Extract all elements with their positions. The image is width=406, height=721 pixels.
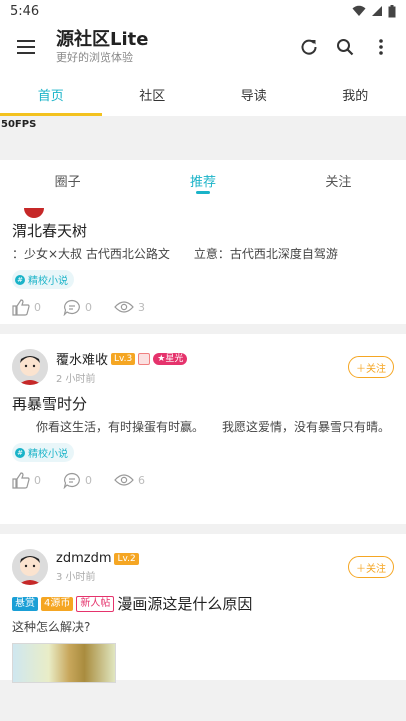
post-tag[interactable]: # 精校小说 (12, 443, 74, 462)
comment-button[interactable]: 0 (63, 472, 92, 489)
medal-icon (138, 352, 151, 365)
eye-icon (114, 474, 134, 486)
avatar-image (12, 549, 48, 585)
level-badge: Lv.2 (114, 552, 139, 565)
fps-counter: 50FPS (0, 116, 406, 160)
post-image-thumbnail[interactable] (12, 643, 116, 683)
tab-following[interactable]: 关注 (271, 160, 406, 200)
follow-button[interactable]: ＋关注 (348, 556, 394, 578)
post-body: 你看这生活，有时操蛋有时赢。 我愿这爱情，没有暴雪只有晴。 (12, 420, 391, 434)
post-body: 这种怎么解决? (12, 620, 91, 634)
battery-icon (388, 4, 396, 17)
thumbs-up-icon (12, 298, 30, 316)
coin-badge: 4源币 (41, 597, 74, 611)
post-tag[interactable]: # 精校小说 (12, 270, 74, 289)
like-button[interactable]: 0 (12, 471, 41, 489)
views-indicator: 6 (114, 473, 145, 487)
hamburger-icon (17, 40, 35, 54)
post-stats: 0 0 6 (12, 462, 394, 498)
eye-icon (114, 301, 134, 313)
app-bar: 源社区Lite 更好的浏览体验 (0, 22, 406, 72)
hash-icon: # (15, 447, 25, 458)
tab-guide[interactable]: 导读 (203, 72, 305, 116)
sub-tabs: 圈子 推荐 关注 (0, 160, 406, 200)
signal-icon (372, 6, 382, 16)
avatar-image (12, 349, 48, 385)
comment-icon (63, 472, 80, 489)
tab-community[interactable]: 社区 (102, 72, 204, 116)
more-vertical-icon (379, 39, 383, 55)
thumbs-up-icon (12, 471, 30, 489)
reward-badge: 悬赏 (12, 597, 38, 611)
post-body: ：少女×大叔 古代西北公路文 立意：古代西北深度自驾游 (12, 247, 338, 261)
tab-circle[interactable]: 圈子 (0, 160, 135, 200)
app-title: 源社区Lite (56, 29, 149, 50)
avatar[interactable] (12, 349, 48, 385)
main-tabs: 首页 社区 导读 我的 (0, 72, 406, 116)
post-time: 3 小时前 (56, 572, 96, 583)
status-time: 5:46 (10, 3, 40, 19)
status-bar: 5:46 (0, 0, 406, 22)
comment-icon (63, 299, 80, 316)
search-button[interactable] (330, 32, 360, 62)
wifi-icon (352, 5, 366, 16)
follow-button[interactable]: ＋关注 (348, 356, 394, 378)
like-button[interactable]: 0 (12, 298, 41, 316)
app-subtitle: 更好的浏览体验 (56, 51, 133, 64)
post-title: 漫画源这是什么原因 (117, 595, 253, 613)
new-post-badge: 新人帖 (76, 596, 115, 612)
avatar (24, 208, 44, 218)
tab-home[interactable]: 首页 (0, 72, 102, 116)
avatar[interactable] (12, 549, 48, 585)
menu-button[interactable] (10, 31, 42, 63)
post-card[interactable]: 覆水难收 Lv.3 ★星光 2 小时前 ＋关注 再暴雪时分 你看这生活，有时操蛋… (0, 334, 406, 524)
search-icon (337, 39, 354, 56)
comment-button[interactable]: 0 (63, 299, 92, 316)
refresh-icon (301, 39, 317, 55)
more-button[interactable] (366, 32, 396, 62)
star-badge: ★星光 (153, 352, 188, 365)
post-card[interactable]: 渭北春天树 ：少女×大叔 古代西北公路文 立意：古代西北深度自驾游 # 精校小说… (0, 200, 406, 324)
post-card[interactable]: zdmzdm Lv.2 3 小时前 ＋关注 悬赏 4源币 新人帖 漫画源这是什么… (0, 534, 406, 683)
username[interactable]: zdmzdm (56, 551, 111, 566)
username[interactable]: 覆水难收 (56, 349, 108, 368)
post-stats: 0 0 3 (12, 289, 394, 325)
post-title: 再暴雪时分 (12, 395, 88, 413)
views-indicator: 3 (114, 300, 145, 314)
hash-icon: # (15, 274, 25, 285)
post-author-row: zdmzdm Lv.2 3 小时前 ＋关注 (12, 545, 394, 589)
level-badge: Lv.3 (111, 352, 136, 365)
post-time: 2 小时前 (56, 374, 96, 385)
tab-recommend[interactable]: 推荐 (135, 160, 270, 200)
tab-mine[interactable]: 我的 (305, 72, 406, 116)
post-title: 渭北春天树 (12, 222, 88, 240)
refresh-button[interactable] (294, 32, 324, 62)
post-title-row: 悬赏 4源币 新人帖 漫画源这是什么原因 (12, 593, 394, 615)
post-author-row: 覆水难收 Lv.3 ★星光 2 小时前 ＋关注 (12, 345, 394, 389)
